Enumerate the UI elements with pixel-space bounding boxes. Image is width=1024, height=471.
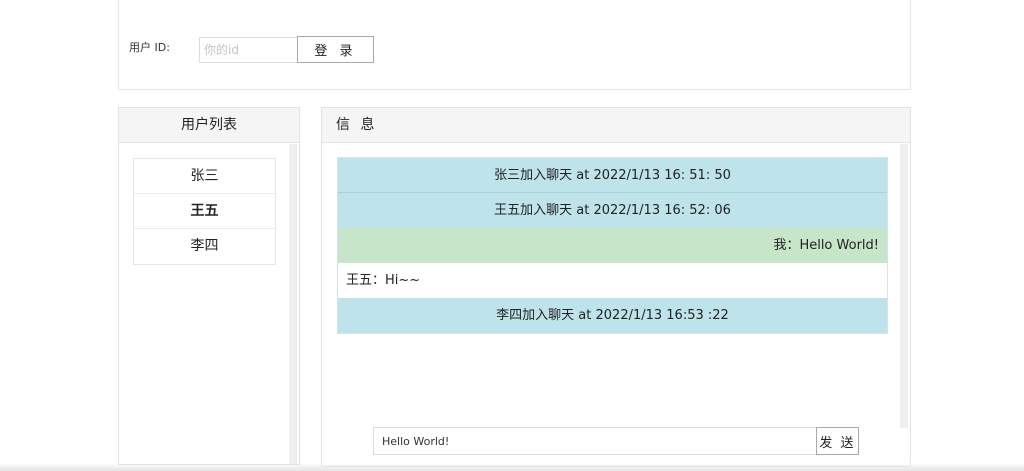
system-message: 王五加入聊天 at 2022/1/13 16: 52: 06 [338,193,887,228]
system-message: 李四加入聊天 at 2022/1/13 16:53 :22 [338,298,887,333]
user-item[interactable]: 王五 [134,194,275,229]
system-message: 张三加入聊天 at 2022/1/13 16: 51: 50 [338,158,887,193]
user-item[interactable]: 张三 [134,159,275,194]
login-panel: 用户 ID: 登 录 [118,0,911,90]
user-list: 张三 王五 李四 [133,158,276,265]
user-item[interactable]: 李四 [134,229,275,264]
user-list-panel: 用户列表 张三 王五 李四 [118,107,300,465]
send-button[interactable]: 发 送 [816,427,859,455]
user-id-label: 用户 ID: [129,41,170,54]
message-list: 张三加入聊天 at 2022/1/13 16: 51: 50 王五加入聊天 at… [337,157,888,334]
login-button[interactable]: 登 录 [297,36,374,63]
other-message: 王五：Hi~~ [338,263,887,298]
user-list-header: 用户列表 [119,108,299,143]
user-id-input[interactable] [199,37,297,63]
user-list-scrollbar[interactable] [289,144,297,464]
message-input[interactable] [373,427,816,455]
self-message: 我：Hello World! [338,228,887,263]
message-scrollbar[interactable] [900,144,908,428]
bottom-edge-shadow [0,463,1024,471]
message-panel: 信 息 张三加入聊天 at 2022/1/13 16: 51: 50 王五加入聊… [321,107,911,467]
message-header: 信 息 [322,108,910,143]
